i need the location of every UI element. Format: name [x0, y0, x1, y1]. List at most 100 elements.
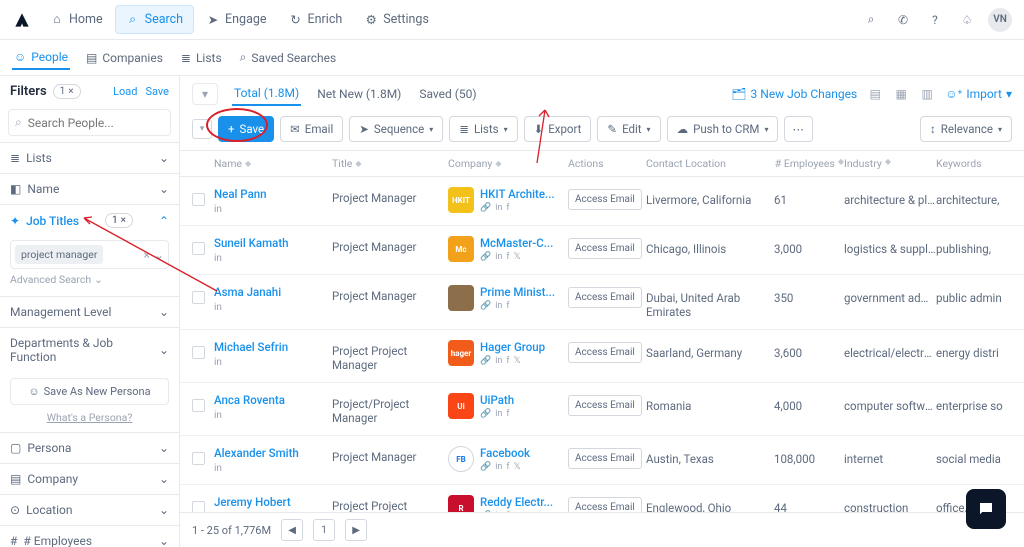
access-email-button[interactable]: Access Email — [568, 189, 642, 210]
facet-persona[interactable]: ▢Persona⌄ — [0, 432, 179, 463]
facet-company[interactable]: ▤Company⌄ — [0, 463, 179, 494]
facet-name[interactable]: ◧Name⌄ — [0, 173, 179, 204]
person-name-link[interactable]: Michael Sefrin — [214, 340, 332, 354]
select-all-checkbox[interactable]: ▾ — [192, 119, 212, 139]
more-button[interactable]: ⋯ — [784, 116, 813, 142]
facebook-icon[interactable]: f — [506, 203, 509, 213]
facet-lists[interactable]: ≣Lists⌄ — [0, 142, 179, 173]
person-name-link[interactable]: Neal Pann — [214, 187, 332, 201]
import-button[interactable]: ☺⁺Import▾ — [945, 87, 1012, 101]
job-title-tag-input[interactable]: project manager × ⌄ — [10, 240, 169, 269]
linkedin-icon[interactable]: in — [214, 463, 222, 474]
nav-home[interactable]: ⌂Home — [40, 6, 113, 33]
subnav-companies[interactable]: ▤Companies — [84, 47, 165, 69]
chat-fab[interactable] — [966, 489, 1006, 529]
linkedin-icon[interactable]: in — [495, 203, 502, 213]
lists-button[interactable]: ≣Lists▾ — [449, 116, 517, 142]
save-persona-button[interactable]: ☺Save As New Persona — [10, 378, 169, 405]
linkedin-icon[interactable]: in — [495, 252, 502, 262]
facet-job-titles[interactable]: ✦Job Titles 1× ⌃ — [0, 204, 179, 236]
link-icon[interactable]: 🔗 — [480, 409, 491, 419]
access-email-button[interactable]: Access Email — [568, 342, 642, 363]
phone-icon[interactable]: ✆ — [892, 9, 914, 31]
filters-load[interactable]: Load — [113, 85, 137, 98]
clear-icon[interactable]: × — [144, 248, 150, 262]
job-titles-count[interactable]: 1× — [105, 213, 133, 228]
linkedin-icon[interactable]: in — [214, 204, 222, 215]
user-avatar[interactable]: VN — [988, 8, 1012, 32]
global-search-icon[interactable]: ⌕ — [860, 9, 882, 31]
apollo-logo[interactable] — [12, 10, 32, 30]
job-changes-link[interactable]: 🗂3 New Job Changes — [731, 87, 857, 101]
company-link[interactable]: Reddy Electr... — [480, 495, 553, 509]
access-email-button[interactable]: Access Email — [568, 395, 642, 416]
search-people-input[interactable]: ⌕ — [8, 109, 171, 136]
view-columns-icon[interactable]: ▥ — [919, 86, 935, 102]
chevron-down-icon[interactable]: ⌄ — [154, 248, 164, 262]
tab-total[interactable]: Total (1.8M) — [232, 82, 301, 106]
linkedin-icon[interactable]: in — [214, 302, 222, 313]
linkedin-icon[interactable]: in — [214, 357, 222, 368]
filters-save[interactable]: Save — [145, 85, 169, 98]
push-crm-button[interactable]: ☁Push to CRM▾ — [667, 116, 779, 142]
pager-next[interactable]: ▶ — [345, 519, 367, 541]
person-name-link[interactable]: Anca Roventa — [214, 393, 332, 407]
linkedin-icon[interactable]: in — [495, 356, 502, 366]
job-title-tag[interactable]: project manager — [15, 245, 103, 264]
person-name-link[interactable]: Alexander Smith — [214, 446, 332, 460]
advanced-search-link[interactable]: Advanced Search⌄ — [10, 269, 103, 290]
facebook-icon[interactable]: f — [506, 462, 509, 472]
access-email-button[interactable]: Access Email — [568, 238, 642, 259]
row-checkbox[interactable] — [192, 501, 205, 512]
facet-management-level[interactable]: Management Level⌄ — [0, 296, 179, 327]
access-email-button[interactable]: Access Email — [568, 497, 642, 512]
row-checkbox[interactable] — [192, 242, 205, 255]
col-company[interactable]: Company◆ — [448, 157, 568, 170]
row-checkbox[interactable] — [192, 346, 205, 359]
link-icon[interactable]: 🔗 — [480, 462, 491, 472]
twitter-icon[interactable]: 𝕏 — [514, 252, 521, 262]
facebook-icon[interactable]: f — [506, 356, 509, 366]
facebook-icon[interactable]: f — [506, 301, 509, 311]
person-name-link[interactable]: Jeremy Hobert — [214, 495, 332, 509]
bell-icon[interactable]: ♤ — [956, 9, 978, 31]
link-icon[interactable]: 🔗 — [480, 356, 491, 366]
active-filters-chip[interactable]: ▾ — [192, 83, 218, 105]
email-button[interactable]: ✉Email — [280, 116, 343, 142]
company-link[interactable]: Prime Minist... — [480, 285, 555, 299]
facet-location[interactable]: ⊙Location⌄ — [0, 494, 179, 525]
col-name[interactable]: Name◆ — [214, 157, 332, 170]
linkedin-icon[interactable]: in — [495, 462, 502, 472]
tab-net-new[interactable]: Net New (1.8M) — [315, 83, 403, 105]
person-name-link[interactable]: Asma Janahi — [214, 285, 332, 299]
row-checkbox[interactable] — [192, 291, 205, 304]
relevance-sort[interactable]: ↕Relevance▾ — [920, 116, 1012, 142]
edit-button[interactable]: ✎Edit▾ — [597, 116, 660, 142]
save-button[interactable]: +Save — [218, 116, 274, 142]
row-checkbox[interactable] — [192, 399, 205, 412]
company-link[interactable]: HKIT Archite... — [480, 187, 555, 201]
facebook-icon[interactable]: f — [506, 252, 509, 262]
nav-settings[interactable]: ⚙Settings — [354, 6, 439, 33]
company-link[interactable]: Hager Group — [480, 340, 545, 354]
link-icon[interactable]: 🔗 — [480, 252, 491, 262]
sequence-button[interactable]: ➤Sequence▾ — [349, 116, 443, 142]
twitter-icon[interactable]: 𝕏 — [514, 462, 521, 472]
company-link[interactable]: Facebook — [480, 446, 530, 460]
twitter-icon[interactable]: 𝕏 — [514, 356, 521, 366]
link-icon[interactable]: 🔗 — [480, 301, 491, 311]
row-checkbox[interactable] — [192, 452, 205, 465]
export-button[interactable]: ⬇Export — [524, 116, 592, 142]
pager-page[interactable]: 1 — [313, 519, 335, 541]
whats-persona-link[interactable]: What's a Persona? — [0, 411, 179, 432]
facet-employees[interactable]: ## Employees⌄ — [0, 525, 179, 547]
search-people-field[interactable] — [28, 116, 180, 130]
linkedin-icon[interactable]: in — [495, 301, 502, 311]
tab-saved[interactable]: Saved (50) — [417, 83, 478, 105]
link-icon[interactable]: 🔗 — [480, 203, 491, 213]
nav-search[interactable]: ⌕Search — [115, 5, 194, 34]
col-title[interactable]: Title◆ — [332, 157, 448, 170]
nav-enrich[interactable]: ↻Enrich — [279, 6, 353, 33]
linkedin-icon[interactable]: in — [214, 253, 222, 264]
view-list-icon[interactable]: ▤ — [867, 86, 883, 102]
